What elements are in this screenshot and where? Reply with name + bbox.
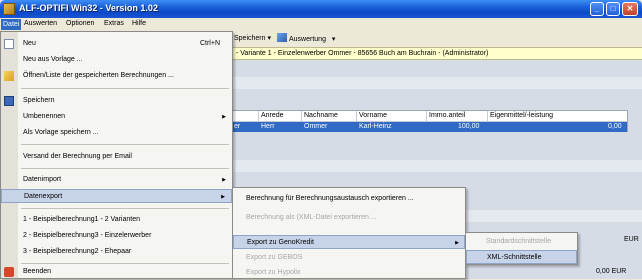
submenu-arrow-icon: ▶ bbox=[222, 114, 226, 120]
cell-vorname: Karl-Heinz bbox=[359, 123, 392, 130]
menu-item-label: Neu aus Vorlage ... bbox=[23, 56, 83, 63]
menu-item-label: Als Vorlage speichern ... bbox=[23, 129, 99, 136]
cell-anrede: Herr bbox=[261, 123, 275, 130]
open-folder-icon bbox=[4, 71, 14, 81]
menu-item-label: 1 - Beispielberechnung1 - 2 Varianten bbox=[23, 216, 141, 223]
title-bar: ALF-OPTIFI Win32 - Version 1.02 _ □ ✕ bbox=[0, 0, 642, 18]
menu-separator bbox=[21, 88, 229, 89]
cell-nachname: Ommer bbox=[304, 123, 328, 130]
menu-item-label: Speichern bbox=[23, 97, 55, 104]
evaluate-toolbar-label: Auswertung bbox=[289, 36, 326, 43]
menu-item-label: Datenexport bbox=[24, 193, 63, 200]
applicant-grid: Anrede Nachname Vorname Immo.anteil Eige… bbox=[232, 110, 628, 132]
menu-item-import[interactable]: Datenimport ▶ bbox=[1, 173, 232, 187]
menu-item-send-email[interactable]: Versand der Berechnung per Email bbox=[1, 150, 232, 164]
menu-item-label: Versand der Berechnung per Email bbox=[23, 153, 132, 160]
submenu-item-label: Export zu GenoKredit bbox=[247, 239, 314, 246]
column-header[interactable]: Nachname bbox=[304, 112, 338, 119]
file-menu: Neu Ctrl+N Neu aus Vorlage ... Öffnen/Li… bbox=[0, 31, 233, 279]
menu-item-open-list[interactable]: Öffnen/Liste der gespeicherten Berechnun… bbox=[1, 69, 232, 83]
column-header[interactable]: Anrede bbox=[261, 112, 284, 119]
submenu-item-genokredit[interactable]: Export zu GenoKredit ▶ bbox=[233, 235, 465, 249]
quit-icon bbox=[4, 267, 14, 277]
menu-item-new-template[interactable]: Neu aus Vorlage ... bbox=[1, 53, 232, 67]
cell-eigen: 0,00 bbox=[608, 123, 622, 130]
column-header[interactable]: Vorname bbox=[359, 112, 387, 119]
menu-item-save[interactable]: Speichern bbox=[1, 94, 232, 108]
report-icon bbox=[277, 33, 287, 42]
submenu-arrow-icon: ▶ bbox=[221, 194, 225, 200]
save-toolbar-label: Speichern bbox=[234, 35, 266, 42]
column-header[interactable]: Eigenmittel/-leistung bbox=[490, 112, 553, 119]
close-button[interactable]: ✕ bbox=[622, 2, 638, 16]
menu-separator bbox=[21, 263, 229, 264]
menu-item-label: Öffnen/Liste der gespeicherten Berechnun… bbox=[23, 72, 174, 79]
new-document-icon bbox=[4, 39, 14, 49]
menu-item-export[interactable]: Datenexport ▶ bbox=[1, 189, 232, 203]
menu-item-recent-2[interactable]: 2 - Beispielberechnung3 - Einzelerwerber bbox=[1, 229, 232, 243]
submenu-item-label: Berechnung als (XML-Datei exportieren ..… bbox=[246, 214, 377, 221]
submenu-item-xml-export[interactable]: Berechnung als (XML-Datei exportieren ..… bbox=[233, 211, 465, 225]
cell-immo: 100,00 bbox=[458, 123, 480, 130]
save-toolbar-button[interactable]: Speichern ▾ bbox=[234, 33, 271, 45]
column-header[interactable]: Immo.anteil bbox=[429, 112, 465, 119]
menu-item-new[interactable]: Neu Ctrl+N bbox=[1, 37, 232, 51]
info-text: - Variante 1 - Einzelenwerber Ommer - 85… bbox=[236, 50, 489, 57]
submenu-arrow-icon: ▶ bbox=[222, 177, 226, 183]
menu-item-label: Beenden bbox=[23, 268, 52, 275]
submenu-item-gebos[interactable]: Export zu GEBOS bbox=[233, 251, 465, 265]
menu-item-label: Datenimport bbox=[23, 176, 62, 183]
chevron-down-icon: ▾ bbox=[331, 36, 336, 43]
currency-label: EUR bbox=[624, 236, 639, 243]
menu-item-recent-3[interactable]: 3 - Beispielberechnung2 - Ehepaar bbox=[1, 245, 232, 259]
maximize-icon: □ bbox=[610, 4, 616, 13]
submenu-item-hypolix[interactable]: Export zu Hypolix bbox=[233, 266, 465, 280]
menu-bar: Datei Auswerten Optionen Extras Hilfe bbox=[0, 18, 642, 31]
window-title: ALF-OPTIFI Win32 - Version 1.02 bbox=[19, 3, 158, 13]
minimize-icon: _ bbox=[594, 4, 600, 13]
chevron-down-icon: ▾ bbox=[267, 35, 271, 42]
save-disk-icon bbox=[4, 96, 14, 106]
menu-extras[interactable]: Extras bbox=[104, 20, 124, 27]
menu-item-label: 3 - Beispielberechnung2 - Ehepaar bbox=[23, 248, 132, 255]
submenu-item-xml-interface[interactable]: XML-Schnittstelle bbox=[466, 250, 577, 264]
submenu-item-label: Export zu Hypolix bbox=[246, 269, 301, 276]
app-icon bbox=[3, 3, 15, 15]
submenu-item-label: Standardschnittstelle bbox=[486, 238, 551, 245]
submenu-item-label: XML-Schnittstelle bbox=[487, 254, 542, 261]
close-icon: ✕ bbox=[626, 4, 634, 13]
menu-separator bbox=[21, 144, 229, 145]
genokredit-submenu: Standardschnittstelle XML-Schnittstelle bbox=[465, 232, 578, 265]
menu-hilfe[interactable]: Hilfe bbox=[132, 20, 146, 27]
menu-item-label: Neu bbox=[23, 40, 36, 47]
menu-item-save-as-template[interactable]: Als Vorlage speichern ... bbox=[1, 126, 232, 140]
menu-item-recent-1[interactable]: 1 - Beispielberechnung1 - 2 Varianten bbox=[1, 213, 232, 227]
menu-optionen[interactable]: Optionen bbox=[66, 20, 94, 27]
menu-item-label: 2 - Beispielberechnung3 - Einzelerwerber bbox=[23, 232, 152, 239]
minimize-button[interactable]: _ bbox=[590, 2, 604, 16]
export-submenu: Berechnung für Berechnungsaustausch expo… bbox=[232, 187, 466, 279]
menu-item-quit[interactable]: Beenden bbox=[1, 265, 232, 279]
table-row[interactable]: er Herr Ommer Karl-Heinz 100,00 0,00 bbox=[233, 122, 627, 132]
grid-header: Anrede Nachname Vorname Immo.anteil Eige… bbox=[233, 111, 627, 122]
menu-auswerten[interactable]: Auswerten bbox=[24, 20, 57, 27]
menu-separator bbox=[21, 168, 229, 169]
amount-value: 0,00 EUR bbox=[596, 268, 627, 275]
menu-item-rename[interactable]: Umbenennen ▶ bbox=[1, 110, 232, 124]
submenu-item-standard-interface[interactable]: Standardschnittstelle bbox=[466, 235, 577, 249]
shortcut-label: Ctrl+N bbox=[199, 40, 220, 47]
maximize-button[interactable]: □ bbox=[606, 2, 620, 16]
submenu-arrow-icon: ▶ bbox=[455, 240, 459, 246]
submenu-item-label: Berechnung für Berechnungsaustausch expo… bbox=[246, 195, 414, 202]
menu-separator bbox=[21, 208, 229, 209]
menu-item-label: Umbenennen bbox=[23, 113, 66, 120]
submenu-item-label: Export zu GEBOS bbox=[246, 254, 303, 261]
submenu-item-exchange-export[interactable]: Berechnung für Berechnungsaustausch expo… bbox=[233, 192, 465, 206]
cell-prefix: er bbox=[234, 123, 241, 130]
evaluate-toolbar-button[interactable]: Auswertung ▾ bbox=[277, 33, 335, 46]
menu-datei[interactable]: Datei bbox=[1, 19, 22, 30]
